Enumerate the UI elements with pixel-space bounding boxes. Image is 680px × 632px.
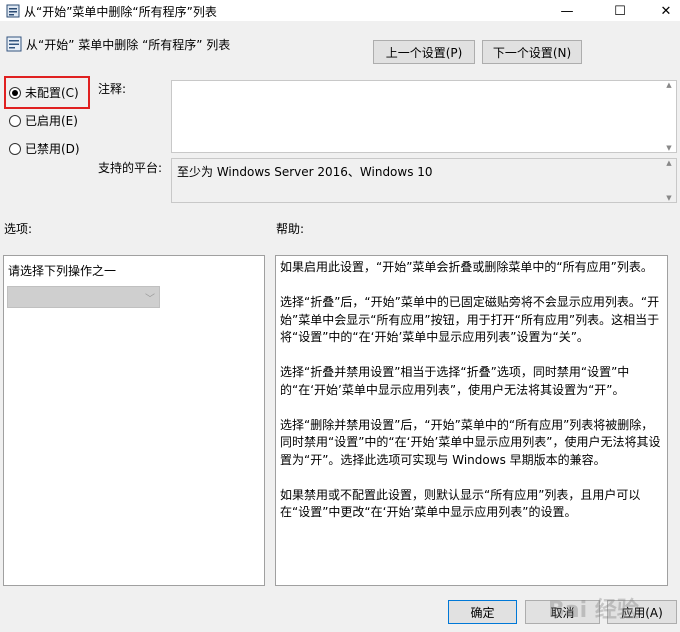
title-bar: 从“开始”菜单中删除“所有程序”列表 — ☐ ✕ (0, 0, 680, 22)
previous-setting-button[interactable]: 上一个设置(P) (373, 40, 475, 64)
baidu-watermark: Bai 经验 (548, 598, 639, 623)
supported-platform-label: 支持的平台: (98, 161, 163, 175)
radio-label: 已启用(E) (25, 114, 78, 128)
comment-textarea[interactable]: ▲ ▼ (171, 80, 677, 153)
options-dropdown[interactable]: ﹀ (7, 286, 160, 308)
radio-label: 未配置(C) (25, 86, 79, 100)
options-label: 选项: (4, 222, 33, 236)
radio-enabled[interactable]: 已启用(E) (9, 112, 78, 129)
radio-not-configured[interactable]: 未配置(C) (9, 84, 79, 101)
policy-app-icon (6, 4, 20, 18)
help-text-panel: 如果启用此设置，“开始”菜单会折叠或删除菜单中的“所有应用”列表。 选择“折叠”… (275, 255, 668, 586)
radio-empty-icon (9, 114, 21, 127)
minimize-button[interactable]: — (544, 0, 590, 22)
help-paragraph: 如果启用此设置，“开始”菜单会折叠或删除菜单中的“所有应用”列表。 (280, 260, 653, 274)
comment-label: 注释: (98, 82, 127, 96)
platform-scrollbar[interactable]: ▲ ▼ (662, 159, 676, 202)
supported-platform-value: 至少为 Windows Server 2016、Windows 10 (177, 165, 433, 179)
dialog-client: 从“开始” 菜单中删除 “所有程序” 列表 上一个设置(P) 下一个设置(N) … (0, 22, 680, 632)
window-title: 从“开始”菜单中删除“所有程序”列表 (24, 5, 217, 19)
supported-platform-box: 至少为 Windows Server 2016、Windows 10 ▲ ▼ (171, 158, 677, 203)
maximize-button[interactable]: ☐ (597, 0, 643, 22)
radio-selected-icon (9, 86, 21, 99)
policy-setting-icon (6, 36, 22, 52)
radio-label: 已禁用(D) (25, 142, 80, 156)
help-label: 帮助: (276, 222, 305, 236)
help-paragraph: 选择“删除并禁用设置”后，“开始”菜单中的“所有应用”列表将被删除，同时禁用“设… (280, 417, 661, 467)
radio-empty-icon (9, 142, 21, 155)
chevron-down-icon: ﹀ (145, 294, 155, 305)
options-panel: 请选择下列操作之一 ﹀ (3, 255, 265, 586)
next-setting-button[interactable]: 下一个设置(N) (482, 40, 582, 64)
scroll-down-icon[interactable]: ▼ (666, 194, 671, 202)
options-prompt: 请选择下列操作之一 (8, 264, 117, 278)
scroll-up-icon[interactable]: ▲ (666, 159, 671, 167)
setting-title: 从“开始” 菜单中删除 “所有程序” 列表 (26, 38, 231, 52)
help-paragraph: 如果禁用或不配置此设置，则默认显示“所有应用”列表，且用户可以在“设置”中更改“… (280, 487, 641, 520)
help-paragraph: 选择“折叠”后，“开始”菜单中的已固定磁贴旁将不会显示应用列表。“开始”菜单中会… (280, 295, 660, 344)
help-paragraph: 选择“折叠并禁用设置”相当于选择“折叠”选项，同时禁用“设置”中的“在‘开始’菜… (280, 365, 630, 397)
comment-scrollbar[interactable]: ▲ ▼ (662, 81, 676, 152)
close-button[interactable]: ✕ (643, 0, 680, 22)
scroll-up-icon[interactable]: ▲ (666, 81, 671, 89)
ok-button[interactable]: 确定 (448, 600, 517, 624)
radio-disabled[interactable]: 已禁用(D) (9, 140, 80, 157)
scroll-down-icon[interactable]: ▼ (666, 144, 671, 152)
